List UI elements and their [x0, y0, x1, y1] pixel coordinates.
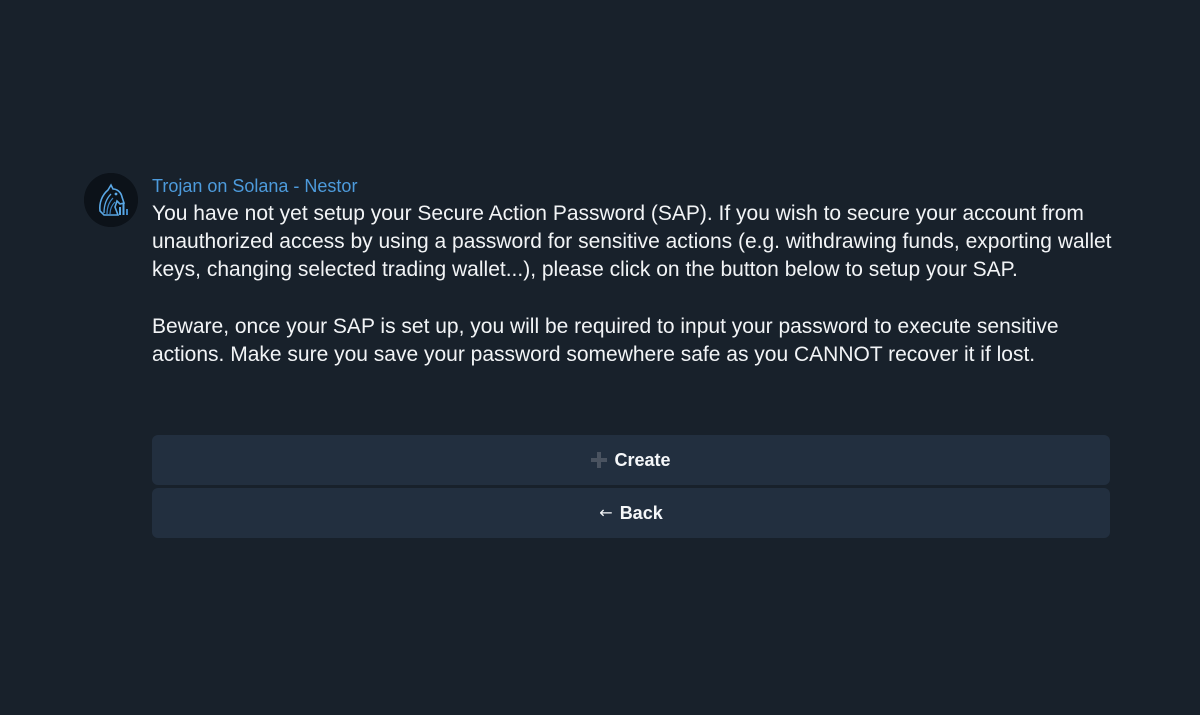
sender-name[interactable]: Trojan on Solana - Nestor: [152, 172, 1112, 200]
create-button[interactable]: Create: [152, 435, 1110, 485]
back-button[interactable]: ← Back: [152, 488, 1110, 538]
message-paragraph-1: You have not yet setup your Secure Actio…: [152, 202, 1112, 282]
avatar-logo-svg: [84, 173, 138, 227]
message-paragraph-2: Beware, once your SAP is set up, you wil…: [152, 314, 1059, 366]
trojan-horse-logo-icon[interactable]: [84, 173, 138, 227]
arrow-left-icon: ←: [599, 503, 613, 522]
inline-keyboard: Create ← Back: [152, 435, 1110, 538]
plus-icon: [591, 452, 608, 468]
back-button-label: Back: [619, 502, 663, 523]
message-text: You have not yet setup your Secure Actio…: [152, 200, 1112, 369]
create-button-label: Create: [614, 449, 671, 470]
message-content: Trojan on Solana - Nestor You have not y…: [152, 172, 1112, 369]
